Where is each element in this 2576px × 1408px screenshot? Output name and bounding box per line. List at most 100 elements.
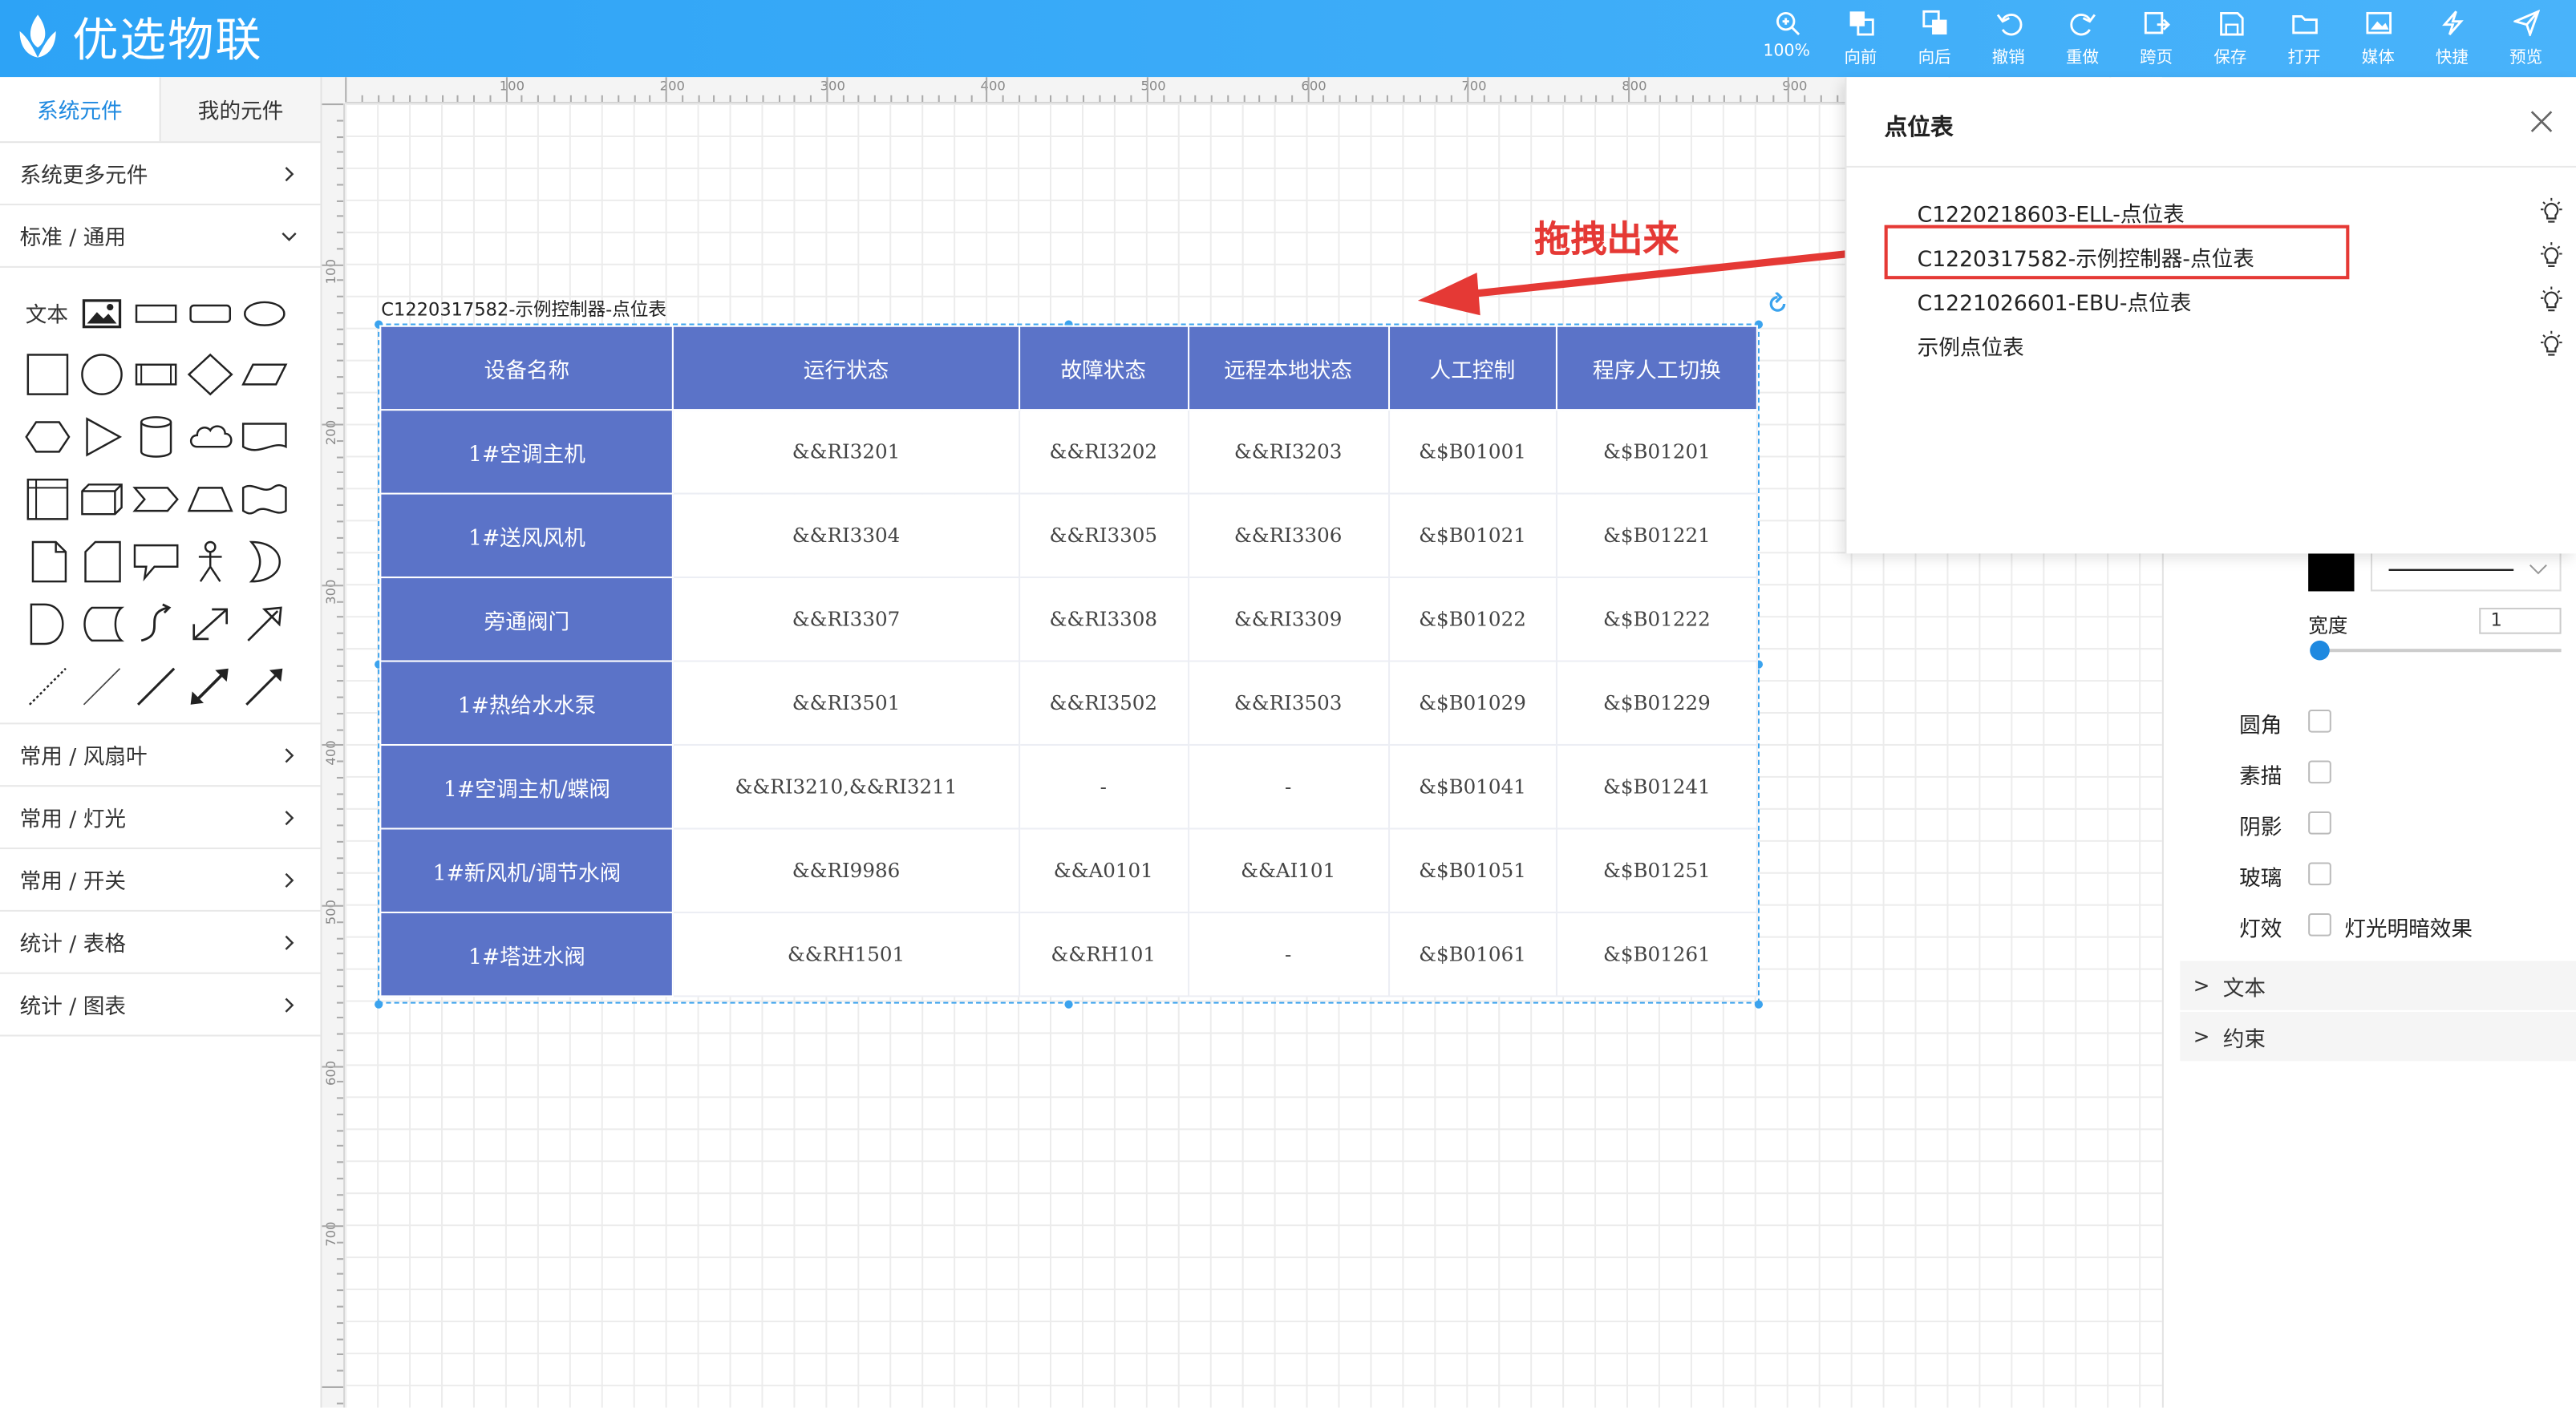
shape-diamond[interactable] [182,350,237,401]
group-standard-general[interactable]: 标准 / 通用 [0,205,321,268]
shape-line[interactable] [128,661,183,712]
toolbar-button-cross-page[interactable]: 跨页 [2120,10,2193,72]
shape-card[interactable] [74,536,128,588]
device-name-cell: 1#空调主机/蝶阀 [379,743,674,830]
shape-text[interactable]: 文本 [20,287,75,338]
point-table-item[interactable]: C1221026601-EBU-点位表 [1918,284,2566,317]
toolbar-button-media[interactable]: 媒体 [2341,10,2415,72]
shape-process[interactable] [128,350,183,401]
style-option-checkbox[interactable] [2308,811,2331,835]
point-table[interactable]: 设备名称 运行状态 故障状态 远程本地状态 人工控制 程序人工切换 1#空调主机 &&RI3… [379,325,1758,997]
shape-rectangle[interactable] [128,287,183,338]
shape-arrow-line[interactable] [237,661,291,712]
point-table-item[interactable]: C1220218603-ELL-点位表 [1918,196,2566,229]
toolbar-button-save[interactable]: 保存 [2193,10,2267,72]
stroke-color-swatch[interactable] [2308,553,2355,592]
shape-thin-line[interactable] [74,661,128,712]
table-row: 1#热给水水泵 &&RI3501 &&RI3502 &&RI3503 &$B01029 &… [379,660,1758,746]
shape-cylinder[interactable] [128,412,183,463]
component-group-2[interactable]: 常用 / 开关 [0,849,321,912]
component-group-4[interactable]: 统计 / 图表 [0,974,321,1037]
shape-square[interactable] [20,350,75,401]
shape-cube[interactable] [74,474,128,525]
lightbulb-icon[interactable] [2537,241,2566,271]
width-input[interactable]: 1 [2479,607,2562,634]
ruler-tick [1451,95,1453,103]
ruler-tick [322,744,344,746]
shape-internal-storage[interactable] [20,474,75,525]
shape-ellipse[interactable] [237,287,291,338]
shape-parallelogram[interactable] [237,350,291,401]
resize-handle-bl[interactable] [375,1000,383,1009]
component-group-3[interactable]: 统计 / 表格 [0,912,321,974]
lightbulb-icon[interactable] [2537,285,2566,315]
close-icon[interactable] [2530,110,2554,133]
group-more-components[interactable]: 系统更多元件 [0,143,321,206]
card-icon [83,540,120,583]
shape-hexagon[interactable] [20,412,75,463]
toolbar-button-undo[interactable]: 撤销 [1971,10,2045,72]
shape-note[interactable] [20,536,75,588]
lightbulb-icon[interactable] [2537,330,2566,360]
shape-dotted-line[interactable] [20,661,75,712]
ruler-tick [322,103,344,106]
shape-bidirectional-line[interactable] [182,661,237,712]
tab-my-components[interactable]: 我的元件 [160,77,321,142]
toolbar-button-send[interactable]: 预览 [2489,10,2562,72]
tab-system-components[interactable]: 系统元件 [0,77,161,142]
ruler-tick [336,776,344,779]
toolbar-button-zoom[interactable]: 100% [1750,10,1824,72]
ruler-tick [322,423,344,426]
ruler-tick [336,1209,344,1212]
toolbar-button-open-folder[interactable]: 打开 [2267,10,2341,72]
bring-forward-icon [1849,11,1873,36]
ruler-tick [1659,95,1662,103]
style-option-checkbox[interactable] [2308,862,2331,886]
point-table-item[interactable]: 示例点位表 [1918,329,2566,362]
shape-triangle[interactable] [74,412,128,463]
toolbar-button-send-backward[interactable]: 向后 [1898,10,1971,72]
shape-rounded-rectangle[interactable] [182,287,237,338]
shape-curve[interactable] [128,598,183,649]
width-slider[interactable] [2318,649,2562,653]
toolbar-button-redo[interactable]: 重做 [2045,10,2119,72]
shape-circle[interactable] [74,350,128,401]
shape-arrow[interactable] [237,598,291,649]
ruler-tick [1322,95,1325,103]
shape-image[interactable] [74,287,128,338]
line-style-select[interactable] [2370,553,2562,592]
component-group-1[interactable]: 常用 / 灯光 [0,787,321,850]
ruler-tick [1355,95,1357,103]
property-section[interactable]: > 约束 [2180,1011,2576,1062]
lightbulb-icon[interactable] [2537,197,2566,227]
ruler-tick [336,407,344,410]
ruler-tick [336,391,344,394]
resize-handle-b[interactable] [1064,1000,1073,1009]
shape-callout[interactable] [128,536,183,588]
shape-delay[interactable] [20,598,75,649]
shape-double-arrow[interactable] [182,598,237,649]
top-bar: 优选物联 100% 向前 向后 撤销 重做 跨页 保存 打开 媒体 快捷 预览 [0,0,2576,78]
shape-cloud[interactable] [182,412,237,463]
resize-handle-br[interactable] [1754,1000,1764,1009]
shape-document[interactable] [237,412,291,463]
shape-trapezoid[interactable] [182,474,237,525]
shape-or[interactable] [237,536,291,588]
component-group-0[interactable]: 常用 / 风扇叶 [0,724,321,787]
table-cell: &&A0101 [1018,827,1189,913]
property-section[interactable]: > 文本 [2180,961,2576,1010]
table-cell: &&RI3202 [1018,409,1189,495]
toolbar-button-lightning[interactable]: 快捷 [2415,10,2489,72]
style-option-checkbox[interactable] [2308,760,2331,784]
shape-actor[interactable] [182,536,237,588]
style-option-checkbox[interactable] [2308,912,2331,937]
shape-tape[interactable] [237,474,291,525]
shape-step[interactable] [128,474,183,525]
width-slider-handle[interactable] [2310,640,2330,661]
double-arrow-icon [192,608,228,640]
ruler-tick [336,247,344,250]
style-option-checkbox[interactable] [2308,709,2331,733]
table-cell: &&RI3210,&&RI3211 [672,743,1020,830]
shape-data-storage[interactable] [74,598,128,649]
toolbar-button-bring-forward[interactable]: 向前 [1824,10,1898,72]
